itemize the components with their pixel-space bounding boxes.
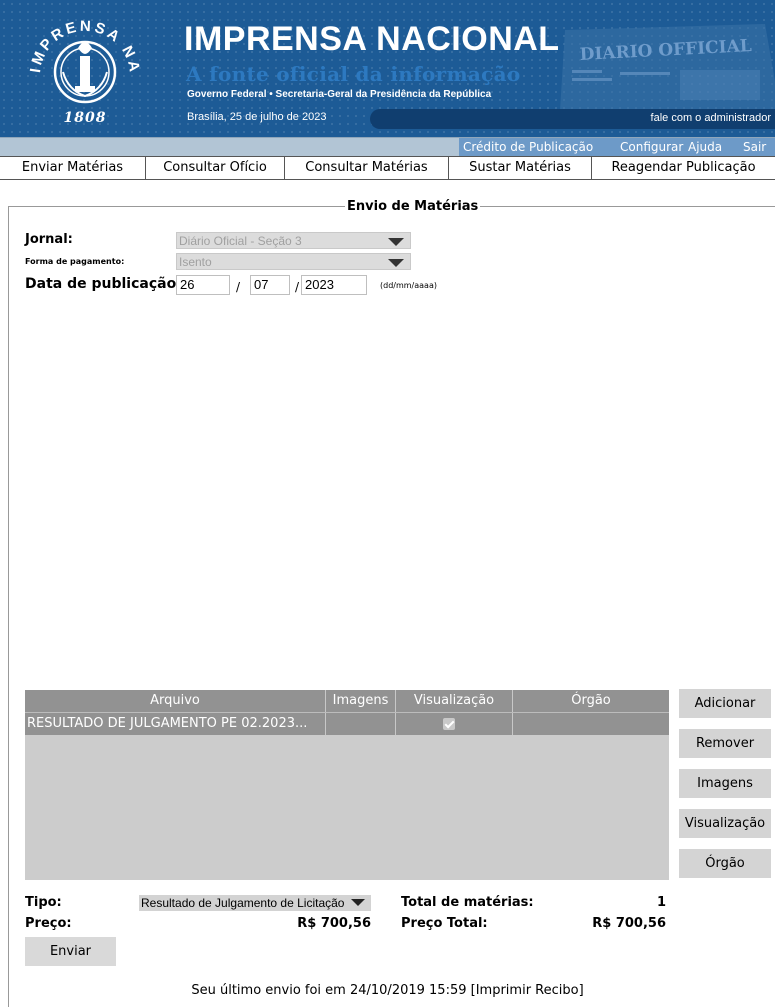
date-separator: / <box>295 280 300 294</box>
contact-admin-link[interactable]: fale com o administrador <box>651 112 771 124</box>
tab-consultar-materias[interactable]: Consultar Matérias <box>285 157 449 179</box>
enviar-button[interactable]: Enviar <box>25 937 116 966</box>
adicionar-button[interactable]: Adicionar <box>679 689 771 718</box>
fieldset-legend: Envio de Matérias <box>345 199 481 214</box>
tipo-select[interactable]: Resultado de Julgamento de Licitação <box>139 895 371 911</box>
visualizacao-checkbox[interactable] <box>443 718 455 730</box>
column-orgao: Órgão <box>571 693 611 708</box>
last-send-text: Seu último envio foi em 24/10/2019 15:59 <box>191 983 467 998</box>
forma-pagamento-label: Forma de pagamento: <box>25 257 125 266</box>
last-send-info: Seu último envio foi em 24/10/2019 15:59… <box>0 983 775 998</box>
jornal-label: Jornal: <box>25 232 73 247</box>
chevron-down-icon <box>388 259 404 267</box>
site-title: IMPRENSA NACIONAL <box>184 20 560 58</box>
main-menu-tabs: Enviar Matérias Consultar Ofício Consult… <box>0 156 775 180</box>
imagens-button[interactable]: Imagens <box>679 769 771 798</box>
imprimir-recibo-link[interactable]: [Imprimir Recibo] <box>471 983 584 998</box>
nav-credito-publicacao[interactable]: Crédito de Publicação <box>459 138 621 157</box>
preco-total-value: R$ 700,56 <box>592 916 666 931</box>
nav-configurar[interactable]: Configurar <box>616 138 689 157</box>
tab-sustar-materias[interactable]: Sustar Matérias <box>449 157 592 179</box>
government-line: Governo Federal • Secretaria-Geral da Pr… <box>187 89 492 100</box>
orgao-button[interactable]: Órgão <box>679 849 771 878</box>
cell-orgao <box>513 713 669 735</box>
column-imagens: Imagens <box>326 690 396 712</box>
table-header: Arquivo Imagens Visualização Órgão <box>25 690 669 712</box>
remover-button[interactable]: Remover <box>679 729 771 758</box>
month-input[interactable]: 07 <box>250 275 290 295</box>
chevron-down-icon <box>351 899 365 906</box>
cell-arquivo: RESULTADO DE JULGAMENTO PE 02.2023... <box>25 713 326 735</box>
top-navigation: Crédito de Publicação Configurar Ajuda S… <box>0 137 775 157</box>
diario-oficial-newspaper-image: DIARIO OFFICIAL <box>560 24 775 110</box>
jornal-select[interactable]: Diário Oficial - Seção 3 <box>176 232 411 249</box>
date-format-hint: (dd/mm/aaaa) <box>380 281 437 290</box>
preco-label: Preço: <box>25 916 72 931</box>
chevron-down-icon <box>388 238 404 246</box>
tab-reagendar-publicacao[interactable]: Reagendar Publicação <box>592 157 775 179</box>
form-fieldset <box>8 206 775 1007</box>
preco-total-label: Preço Total: <box>401 916 488 931</box>
tipo-label: Tipo: <box>25 895 62 910</box>
forma-pagamento-select[interactable]: Isento <box>176 253 411 270</box>
data-publicacao-label: Data de publicação: <box>25 276 182 292</box>
day-input[interactable]: 26 <box>176 275 230 295</box>
visualizacao-button[interactable]: Visualização <box>679 809 771 838</box>
tab-consultar-oficio[interactable]: Consultar Ofício <box>146 157 285 179</box>
cell-visualizacao <box>396 713 513 735</box>
tab-enviar-materias[interactable]: Enviar Matérias <box>0 157 146 179</box>
column-arquivo: Arquivo <box>25 690 326 712</box>
year-input[interactable]: 2023 <box>301 275 367 295</box>
table-row[interactable]: RESULTADO DE JULGAMENTO PE 02.2023... <box>25 712 669 735</box>
current-date: Brasília, 25 de julho de 2023 <box>187 111 327 123</box>
total-materias-label: Total de matérias: <box>401 895 534 910</box>
site-slogan: A fonte oficial da informação <box>186 62 521 86</box>
imprensa-nacional-seal-logo: IMPRENSA NACIONAL 1808 <box>18 10 140 126</box>
date-separator: / <box>236 280 241 294</box>
cell-imagens <box>326 713 396 735</box>
total-materias-value: 1 <box>656 895 666 910</box>
nav-ajuda[interactable]: Ajuda <box>684 138 744 157</box>
nav-sair[interactable]: Sair <box>739 138 775 157</box>
column-visualizacao: Visualização <box>396 690 513 712</box>
svg-text:1808: 1808 <box>64 110 107 126</box>
preco-value: R$ 700,56 <box>297 916 371 931</box>
